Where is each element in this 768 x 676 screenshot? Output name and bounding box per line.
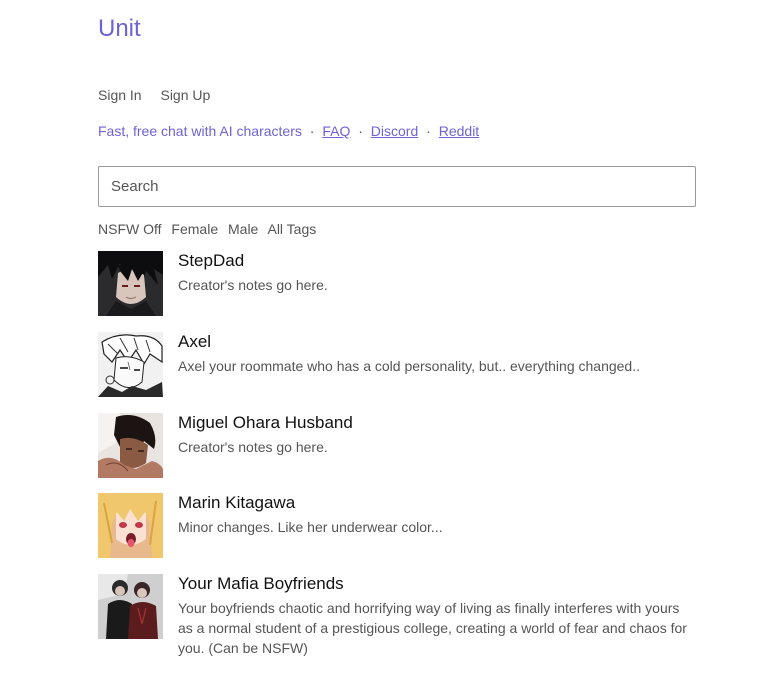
character-avatar[interactable] <box>98 332 163 397</box>
separator: · <box>358 123 363 139</box>
character-name[interactable]: Axel <box>178 332 211 352</box>
character-name[interactable]: Marin Kitagawa <box>178 493 295 513</box>
auth-links: Sign In Sign Up <box>98 87 225 103</box>
character-name[interactable]: StepDad <box>178 251 244 271</box>
filter-male[interactable]: Male <box>228 221 258 237</box>
discord-link[interactable]: Discord <box>371 123 418 139</box>
tagline-text: Fast, free chat with AI characters <box>98 123 302 139</box>
character-avatar[interactable] <box>98 251 163 316</box>
filter-bar: NSFW Off Female Male All Tags <box>98 221 322 237</box>
character-description: Your boyfriends chaotic and horrifying w… <box>178 600 687 656</box>
faq-link[interactable]: FAQ <box>322 123 350 139</box>
character-avatar[interactable] <box>98 413 163 478</box>
character-name[interactable]: Your Mafia Boyfriends <box>178 574 344 594</box>
sign-up-link[interactable]: Sign Up <box>160 87 210 103</box>
tagline: Fast, free chat with AI characters · FAQ… <box>98 123 479 139</box>
character-name[interactable]: Miguel Ohara Husband <box>178 413 353 433</box>
character-avatar[interactable] <box>98 493 163 558</box>
character-avatar[interactable] <box>98 574 163 639</box>
filter-all-tags[interactable]: All Tags <box>267 221 316 237</box>
reddit-link[interactable]: Reddit <box>439 123 479 139</box>
search-input[interactable] <box>98 166 696 207</box>
separator: · <box>309 123 315 139</box>
filter-female[interactable]: Female <box>171 221 218 237</box>
character-description: Creator's notes go here. <box>178 439 328 455</box>
character-description: Minor changes. Like her underwear color.… <box>178 519 443 535</box>
character-description: Axel your roommate who has a cold person… <box>178 358 640 374</box>
nsfw-toggle[interactable]: NSFW Off <box>98 221 162 237</box>
separator: · <box>426 123 431 139</box>
sign-in-link[interactable]: Sign In <box>98 87 142 103</box>
character-description: Creator's notes go here. <box>178 277 328 293</box>
site-logo[interactable]: Unit <box>98 15 141 43</box>
